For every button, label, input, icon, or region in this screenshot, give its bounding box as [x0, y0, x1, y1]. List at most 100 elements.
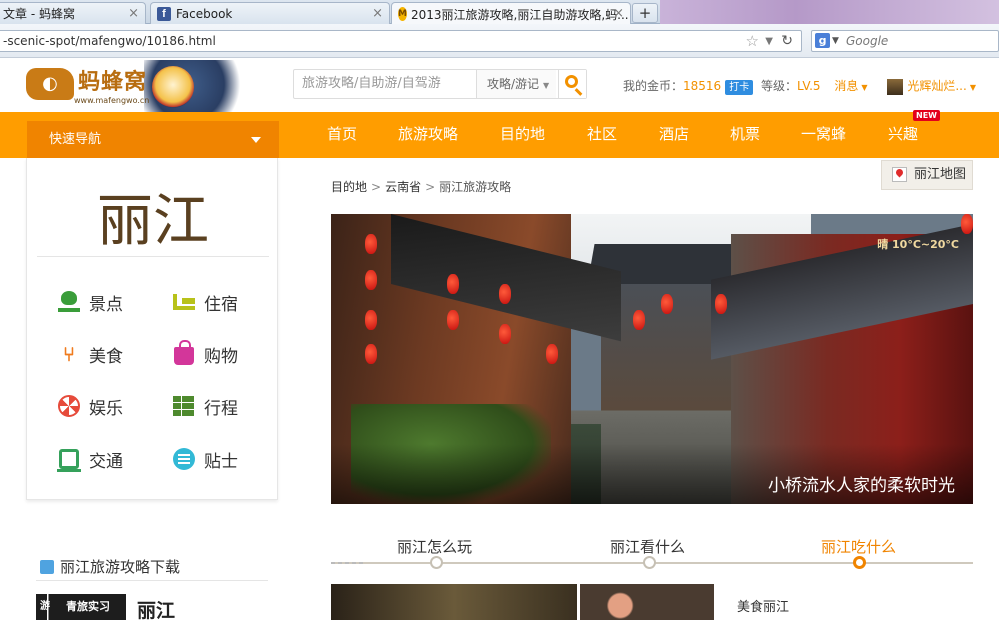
browser-search-box[interactable]: g ▼ Google [811, 30, 999, 52]
city-sidebar: 丽江 景点 住宿 ⑂ 美食 购物 娱乐 行程 交通 贴士 [26, 158, 278, 500]
divider [37, 256, 269, 257]
chevron-down-icon[interactable]: ▼ [861, 83, 867, 92]
timeline-tab-see[interactable]: 丽江看什么 [610, 536, 685, 557]
food-photo[interactable] [331, 584, 577, 620]
tab-title: Facebook [176, 6, 233, 21]
fork-knife-icon: ⑂ [63, 342, 75, 366]
chevron-down-icon[interactable]: ▼ [832, 31, 839, 51]
guide-timeline: 丽江怎么玩 丽江看什么 丽江吃什么 [331, 534, 973, 574]
site-logo[interactable]: ◐ 蚂蜂窝 www.mafengwo.cn [24, 60, 254, 114]
category-tips[interactable]: 贴士 [172, 445, 272, 473]
nav-item-destinations[interactable]: 目的地 [500, 112, 545, 156]
nav-item-community[interactable]: 社区 [587, 112, 617, 156]
nav-item-guides[interactable]: 旅游攻略 [398, 112, 458, 156]
city-map-button[interactable]: 丽江地图 [881, 160, 973, 190]
tree-icon [57, 290, 81, 314]
logo-text: 蚂蜂窝 [78, 70, 148, 95]
breadcrumb: 目的地 > 云南省 > 丽江旅游攻略 [331, 178, 511, 195]
itinerary-list-icon [172, 394, 196, 418]
facebook-icon: f [157, 6, 171, 21]
timeline-tab-eat[interactable]: 丽江吃什么 [821, 536, 896, 557]
hero-image[interactable]: 晴 10°C~20°C 小桥流水人家的柔软时光 [331, 214, 973, 504]
breadcrumb-link[interactable]: 云南省 [385, 180, 421, 194]
breadcrumb-separator: > [425, 180, 436, 194]
level-value[interactable]: LV.5 [797, 79, 820, 93]
category-shopping[interactable]: 购物 [172, 340, 272, 368]
train-icon [57, 447, 81, 472]
breadcrumb-link[interactable]: 目的地 [331, 180, 367, 194]
site-header: ◐ 蚂蜂窝 www.mafengwo.cn 旅游攻略/自助游/自驾游 攻略/游记… [0, 58, 999, 114]
category-itinerary[interactable]: 行程 [172, 392, 272, 420]
user-bar: 我的金币：18516 打卡 等级：LV.5 消息 ▼ 光辉灿烂... ▼ [623, 77, 992, 95]
search-button[interactable] [558, 70, 586, 98]
shopping-bag-icon [172, 340, 196, 366]
browser-tab-active[interactable]: M 2013丽江旅游攻略,丽江自助游攻略,蚂... × [391, 2, 631, 25]
close-icon[interactable]: × [128, 6, 139, 21]
logo-url: www.mafengwo.cn [74, 96, 150, 105]
chevron-down-icon [251, 137, 261, 143]
quick-nav-label: 快速导航 [49, 132, 102, 147]
browser-tab-facebook[interactable]: f Facebook × [150, 2, 390, 24]
category-transport[interactable]: 交通 [57, 445, 157, 473]
food-section-title[interactable]: 美食丽江 [737, 596, 789, 615]
category-entertainment[interactable]: 娱乐 [57, 392, 157, 420]
food-photo[interactable] [580, 584, 714, 620]
search-engine-placeholder: Google [846, 34, 889, 48]
logo-bee-icon: ◐ [26, 68, 74, 100]
tab-title: 2013丽江旅游攻略,丽江自助游攻略,蚂... [410, 7, 629, 22]
checkin-button[interactable]: 打卡 [725, 80, 754, 95]
timeline-dot[interactable] [643, 556, 656, 569]
category-hotels[interactable]: 住宿 [172, 288, 272, 316]
guide-cover-thumbnail[interactable]: 游 青旅实习 [36, 594, 126, 620]
nav-item-yiwofeng[interactable]: 一窝蜂 [801, 112, 846, 156]
nav-item-hotels[interactable]: 酒店 [659, 112, 689, 156]
category-label: 购物 [204, 346, 238, 367]
guide-cover-text: 青旅实习 [66, 600, 110, 613]
category-sights[interactable]: 景点 [57, 288, 157, 316]
quick-nav-button[interactable]: 快速导航 [27, 121, 279, 158]
guide-download-heading[interactable]: 丽江旅游攻略下载 [40, 556, 180, 577]
category-label: 景点 [89, 294, 123, 315]
category-label: 美食 [89, 346, 123, 367]
breadcrumb-separator: > [371, 180, 382, 194]
username-link[interactable]: 光辉灿烂... [907, 79, 966, 93]
search-scope-select[interactable]: 攻略/游记 ▼ [476, 70, 556, 98]
timeline-dot-active[interactable] [853, 556, 866, 569]
google-icon[interactable]: g [815, 33, 830, 48]
close-icon[interactable]: × [613, 6, 624, 21]
bookmark-star-icon[interactable]: ☆ [746, 31, 759, 51]
chevron-down-icon[interactable]: ▼ [970, 83, 976, 92]
nav-item-home[interactable]: 首页 [327, 112, 357, 156]
search-icon [565, 75, 578, 88]
guide-download-title: 丽江旅游攻略下载 [60, 558, 181, 576]
browser-tab-1[interactable]: 文章 - 蚂蜂窝 × [0, 2, 146, 24]
messages-link[interactable]: 消息 [834, 79, 858, 93]
timeline-dot[interactable] [430, 556, 443, 569]
divider [36, 580, 268, 581]
new-tab-button[interactable]: + [632, 3, 658, 23]
coins-label: 我的金币： [623, 79, 684, 93]
category-label: 贴士 [204, 451, 238, 472]
bed-icon [172, 290, 196, 314]
level-label: 等级： [761, 79, 798, 93]
address-bar[interactable]: -scenic-spot/mafengwo/10186.html ☆ ▼ ↻ [0, 30, 802, 52]
browser-tab-bar: 文章 - 蚂蜂窝 × f Facebook × M 2013丽江旅游攻略,丽江自… [0, 0, 999, 25]
guide-city-name[interactable]: 丽江 [137, 596, 175, 623]
book-icon [40, 559, 54, 574]
chevron-down-icon[interactable]: ▼ [765, 32, 773, 52]
timeline-tab-play[interactable]: 丽江怎么玩 [397, 536, 472, 557]
category-food[interactable]: ⑂ 美食 [57, 340, 157, 368]
close-icon[interactable]: × [372, 6, 383, 21]
reload-icon[interactable]: ↻ [781, 31, 793, 51]
site-search: 旅游攻略/自助游/自驾游 攻略/游记 ▼ [293, 69, 587, 99]
search-input[interactable]: 旅游攻略/自助游/自驾游 [302, 70, 441, 98]
category-label: 行程 [204, 398, 238, 419]
breadcrumb-current: 丽江旅游攻略 [439, 180, 512, 194]
tab-title: 文章 - 蚂蜂窝 [3, 7, 75, 21]
avatar[interactable] [887, 78, 904, 95]
map-pin-icon [892, 167, 907, 182]
mafengwo-favicon: M [398, 7, 407, 21]
chevron-down-icon: ▼ [543, 81, 550, 90]
nav-item-flights[interactable]: 机票 [730, 112, 760, 156]
pinwheel-icon [57, 394, 81, 418]
